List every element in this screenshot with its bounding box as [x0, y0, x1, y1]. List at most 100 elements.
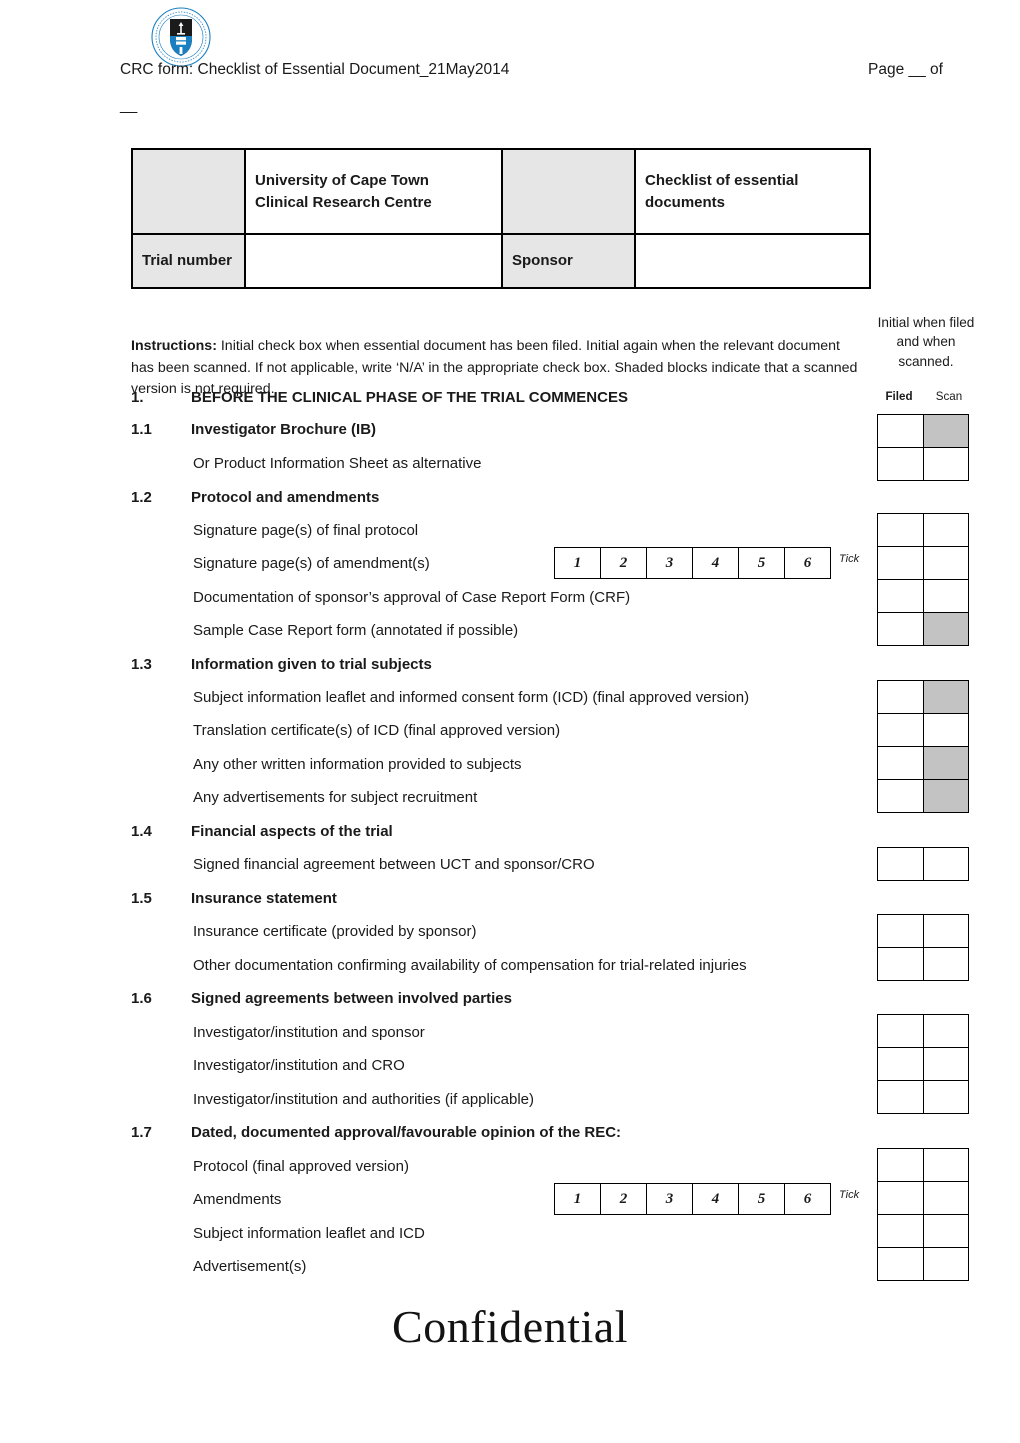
checkbox-scan[interactable] — [922, 914, 969, 948]
checkbox-filed[interactable] — [877, 1047, 924, 1081]
checkbox-row — [877, 1047, 969, 1081]
checklist-item-label: Protocol (final approved version) — [193, 1158, 409, 1175]
checklist-item-label: Any advertisements for subject recruitme… — [193, 789, 478, 806]
tick-box-4[interactable]: 4 — [692, 547, 739, 579]
checklist-item-label: Any other written information provided t… — [193, 756, 522, 773]
checkbox-grid-1-4 — [877, 847, 969, 881]
checkbox-grid-1-5 — [877, 914, 969, 981]
checkbox-scan[interactable] — [922, 847, 969, 881]
checkbox-scan[interactable] — [922, 1181, 969, 1215]
checkbox-filed[interactable] — [877, 779, 924, 813]
checkbox-row — [877, 779, 969, 813]
subsection-title: Signed agreements between involved parti… — [191, 990, 512, 1007]
checkbox-scan[interactable] — [922, 713, 969, 747]
checkbox-filed[interactable] — [877, 746, 924, 780]
tick-box-6[interactable]: 6 — [784, 547, 831, 579]
checkbox-scan[interactable] — [922, 1148, 969, 1182]
checkbox-scan-shaded — [922, 779, 969, 813]
checkbox-filed[interactable] — [877, 1181, 924, 1215]
checkbox-filed[interactable] — [877, 579, 924, 613]
checkbox-scan[interactable] — [922, 1247, 969, 1281]
tick-box-2[interactable]: 2 — [600, 547, 647, 579]
checkbox-scan[interactable] — [922, 447, 969, 481]
checkbox-row — [877, 914, 969, 948]
checkbox-filed[interactable] — [877, 1214, 924, 1248]
tick-box-4[interactable]: 4 — [692, 1183, 739, 1215]
checklist-item-label: Investigator/institution and sponsor — [193, 1024, 425, 1041]
checkbox-scan[interactable] — [922, 1080, 969, 1114]
checkbox-row — [877, 513, 969, 547]
checkbox-row — [877, 680, 969, 714]
checkbox-scan[interactable] — [922, 579, 969, 613]
subsection-number: 1.6 — [131, 990, 152, 1007]
checkbox-filed[interactable] — [877, 680, 924, 714]
tick-box-3[interactable]: 3 — [646, 547, 693, 579]
checkbox-filed[interactable] — [877, 713, 924, 747]
tick-box-1[interactable]: 1 — [554, 1183, 601, 1215]
checkbox-filed[interactable] — [877, 847, 924, 881]
checkbox-row — [877, 579, 969, 613]
checkbox-filed[interactable] — [877, 1080, 924, 1114]
section-title: BEFORE THE CLINICAL PHASE OF THE TRIAL C… — [191, 389, 628, 406]
tick-strip-amendments-signature: 1 2 3 4 5 6 Tick — [554, 547, 859, 579]
checklist-item-label: Insurance certificate (provided by spons… — [193, 923, 477, 940]
checkbox-scan[interactable] — [922, 1214, 969, 1248]
checkbox-grid-1-6 — [877, 1014, 969, 1114]
tick-row: 1 2 3 4 5 6 — [554, 547, 831, 579]
tick-box-3[interactable]: 3 — [646, 1183, 693, 1215]
checkbox-grid-1-1 — [877, 414, 969, 481]
checklist-item-label: Signature page(s) of final protocol — [193, 522, 419, 539]
checkbox-scan[interactable] — [922, 1047, 969, 1081]
subsection-title: Investigator Brochure (IB) — [191, 421, 377, 438]
checkbox-row — [877, 713, 969, 747]
tick-box-1[interactable]: 1 — [554, 547, 601, 579]
checkbox-filed[interactable] — [877, 1014, 924, 1048]
checkbox-scan[interactable] — [922, 1014, 969, 1048]
checkbox-filed[interactable] — [877, 447, 924, 481]
subsection-title: Insurance statement — [191, 890, 337, 907]
subsection-number: 1.2 — [131, 489, 152, 506]
tick-box-5[interactable]: 5 — [738, 1183, 785, 1215]
checkbox-scan-shaded — [922, 746, 969, 780]
tick-label: Tick — [839, 553, 860, 565]
checkbox-scan[interactable] — [922, 546, 969, 580]
checkbox-filed[interactable] — [877, 1247, 924, 1281]
checkbox-row — [877, 1214, 969, 1248]
tick-box-2[interactable]: 2 — [600, 1183, 647, 1215]
checklist-item-label: Investigator/institution and authorities… — [193, 1091, 535, 1108]
checklist-item-label: Advertisement(s) — [193, 1258, 307, 1275]
tick-strip-amendments-rec: 1 2 3 4 5 6 Tick — [554, 1183, 859, 1215]
subsection-title: Information given to trial subjects — [191, 656, 432, 673]
checkbox-scan[interactable] — [922, 513, 969, 547]
checkbox-filed[interactable] — [877, 414, 924, 448]
tick-box-5[interactable]: 5 — [738, 547, 785, 579]
checkbox-scan[interactable] — [922, 947, 969, 981]
subsection-number: 1.7 — [131, 1124, 152, 1141]
checkbox-row — [877, 1014, 969, 1048]
subsection-number: 1.1 — [131, 421, 152, 438]
checkbox-filed[interactable] — [877, 914, 924, 948]
tick-box-6[interactable]: 6 — [784, 1183, 831, 1215]
checkbox-filed[interactable] — [877, 546, 924, 580]
checkbox-filed[interactable] — [877, 947, 924, 981]
checkbox-row — [877, 1080, 969, 1114]
checkbox-row — [877, 447, 969, 481]
checkbox-row — [877, 746, 969, 780]
checkbox-filed[interactable] — [877, 612, 924, 646]
subsection-title: Dated, documented approval/favourable op… — [191, 1124, 622, 1141]
checklist-item-label: Signature page(s) of amendment(s) — [193, 555, 430, 572]
checkbox-row — [877, 546, 969, 580]
checkbox-row — [877, 612, 969, 646]
checklist-item-label: Or Product Information Sheet as alternat… — [193, 455, 482, 472]
checkbox-filed[interactable] — [877, 513, 924, 547]
tick-row: 1 2 3 4 5 6 — [554, 1183, 831, 1215]
checkbox-row — [877, 947, 969, 981]
checkbox-scan-shaded — [922, 680, 969, 714]
subsection-number: 1.4 — [131, 823, 152, 840]
subsection-title: Financial aspects of the trial — [191, 823, 393, 840]
subsection-title: Protocol and amendments — [191, 489, 380, 506]
checkbox-grid-1-7 — [877, 1148, 969, 1281]
checkbox-filed[interactable] — [877, 1148, 924, 1182]
checklist-item-label: Investigator/institution and CRO — [193, 1057, 405, 1074]
checkbox-row — [877, 847, 969, 881]
